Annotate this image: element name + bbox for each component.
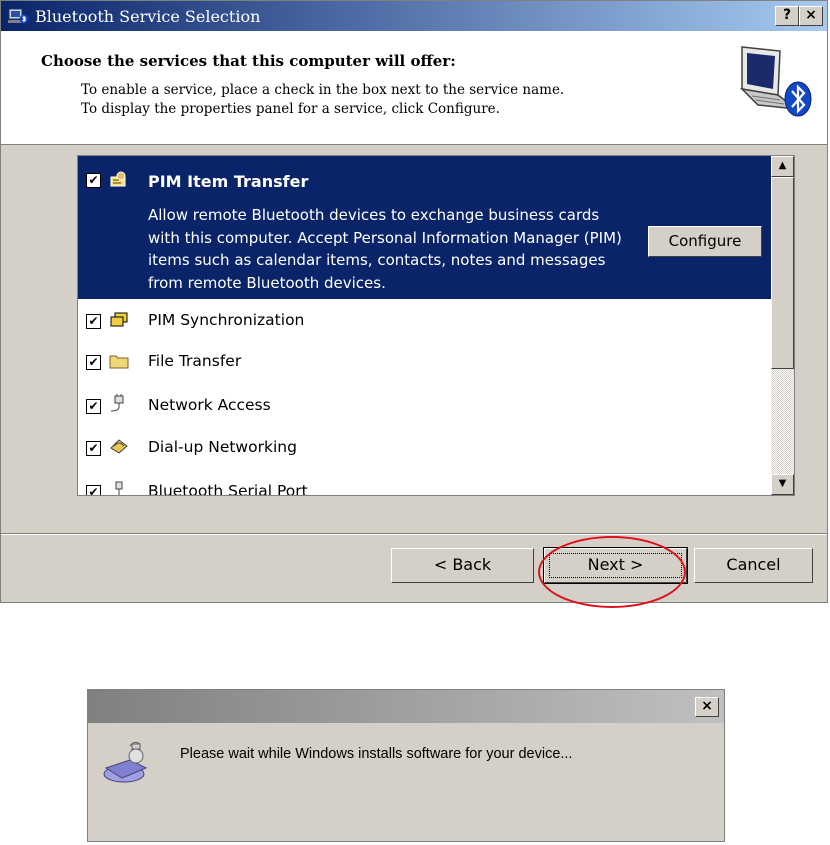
pim-item-transfer-label: PIM Item Transfer [148, 172, 309, 191]
vertical-scrollbar[interactable]: ▲ ▼ [771, 156, 794, 495]
service-description: Allow remote Bluetooth devices to exchan… [148, 206, 622, 292]
file-transfer-checkbox[interactable]: ✔ [86, 355, 101, 370]
service-item-network-access[interactable]: ✔ Network Access [78, 386, 771, 426]
header-instruction-1: To enable a service, place a check in th… [81, 82, 565, 98]
service-item-pim-synchronization[interactable]: ✔ PIM Synchronization [78, 301, 771, 341]
service-label: Network Access [148, 396, 271, 414]
service-item-file-transfer[interactable]: ✔ File Transfer [78, 342, 771, 382]
cancel-button[interactable]: Cancel [694, 548, 813, 583]
configure-button[interactable]: Configure [648, 226, 762, 257]
bluetooth-service-selection-dialog: Bluetooth Service Selection ? × Choose t… [0, 0, 828, 608]
service-item-bluetooth-serial-port[interactable]: ✔ Bluetooth Serial Port [78, 472, 771, 496]
modem-icon [110, 439, 128, 454]
header-instruction-2: To display the properties panel for a se… [81, 101, 500, 117]
bluetooth-serial-port-checkbox[interactable]: ✔ [86, 485, 101, 495]
install-message: Please wait while Windows installs softw… [180, 746, 573, 762]
install-progress-dialog: × Please wait while Windows installs sof… [87, 689, 725, 842]
scrollbar-thumb[interactable] [771, 177, 794, 369]
service-label: PIM Synchronization [148, 311, 305, 329]
service-label: Bluetooth Serial Port [148, 482, 308, 496]
service-label: File Transfer [148, 352, 242, 370]
install-title-bar: × [88, 690, 724, 723]
bluetooth-computer-icon [8, 8, 29, 24]
pim-item-transfer-checkbox[interactable]: ✔ [86, 173, 101, 188]
serial-plug-icon [115, 481, 123, 495]
install-close-button[interactable]: × [695, 697, 719, 717]
device-install-icon [103, 741, 148, 783]
network-plug-icon [110, 394, 124, 412]
scroll-down-arrow-icon[interactable]: ▼ [771, 474, 794, 495]
service-label: Dial-up Networking [148, 438, 297, 456]
wizard-header: Choose the services that this computer w… [1, 31, 827, 145]
header-title: Choose the services that this computer w… [41, 52, 456, 70]
window-title: Bluetooth Service Selection [35, 7, 261, 26]
separator [1, 533, 827, 535]
pim-sync-icon [110, 312, 128, 327]
pim-item-transfer-icon [110, 171, 126, 187]
scroll-up-arrow-icon[interactable]: ▲ [771, 156, 794, 177]
pim-synchronization-checkbox[interactable]: ✔ [86, 314, 101, 329]
laptop-bluetooth-icon [739, 46, 812, 117]
back-button[interactable]: < Back [391, 548, 534, 583]
services-list[interactable]: ✔ PIM Item Transfer Allow remote Bluetoo… [77, 155, 795, 496]
title-bar: Bluetooth Service Selection ? × [1, 1, 827, 31]
service-item-dial-up-networking[interactable]: ✔ Dial-up Networking [78, 428, 771, 468]
help-button[interactable]: ? [775, 6, 799, 26]
red-highlight-circle [538, 536, 686, 608]
dial-up-networking-checkbox[interactable]: ✔ [86, 441, 101, 456]
close-button[interactable]: × [799, 6, 823, 26]
network-access-checkbox[interactable]: ✔ [86, 399, 101, 414]
folder-icon [109, 355, 129, 369]
service-item-pim-item-transfer[interactable]: ✔ PIM Item Transfer Allow remote Bluetoo… [78, 156, 771, 299]
